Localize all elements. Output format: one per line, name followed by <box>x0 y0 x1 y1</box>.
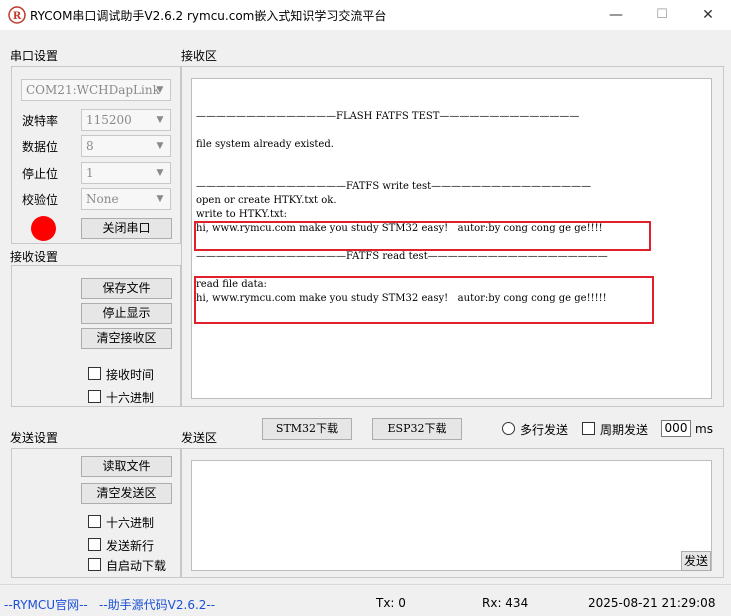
periodic-send-checkbox[interactable] <box>582 422 595 435</box>
receive-area-title: 接收区 <box>181 49 218 63</box>
chevron-down-icon: ▼ <box>156 115 164 125</box>
stop-display-button[interactable]: 停止显示 <box>81 303 172 324</box>
esp32-download-button[interactable]: ESP32下载 <box>372 418 462 440</box>
highlight-box-write <box>194 221 651 251</box>
databits-label: 数据位 <box>22 140 59 154</box>
receive-line: write to HTKY.txt: <box>196 209 288 220</box>
receive-line: ——————————————FLASH FATFS TEST——————————… <box>196 111 580 122</box>
maximize-button[interactable]: ☐ <box>639 0 685 30</box>
chevron-down-icon: ▼ <box>156 168 164 178</box>
send-hex-label: 十六进制 <box>106 516 155 530</box>
send-textarea[interactable] <box>191 460 712 571</box>
multi-line-send-radio[interactable] <box>502 422 515 435</box>
stm32-download-button[interactable]: STM32下载 <box>262 418 352 440</box>
highlight-box-read <box>194 276 654 324</box>
databits-value: 8 <box>86 139 94 153</box>
close-port-button[interactable]: 关闭串口 <box>81 218 172 239</box>
parity-label: 校验位 <box>22 193 59 207</box>
auto-download-checkbox[interactable] <box>88 558 101 571</box>
baud-value: 115200 <box>86 113 132 127</box>
receive-textarea[interactable]: ——————————————FLASH FATFS TEST——————————… <box>191 78 712 399</box>
period-input[interactable]: 000 <box>661 420 691 437</box>
clear-receive-button[interactable]: 清空接收区 <box>81 328 172 349</box>
stopbits-select[interactable]: 1 ▼ <box>81 162 171 184</box>
rx-counter: Rx: 434 <box>482 596 529 610</box>
read-file-button[interactable]: 读取文件 <box>81 456 172 477</box>
parity-value: None <box>86 192 119 206</box>
receive-hex-checkbox[interactable] <box>88 390 101 403</box>
receive-line: open or create HTKY.txt ok. <box>196 195 337 206</box>
send-newline-checkbox[interactable] <box>88 538 101 551</box>
chevron-down-icon: ▼ <box>156 85 164 95</box>
window-title: RYCOM串口调试助手V2.6.2 rymcu.com嵌入式知识学习交流平台 <box>30 9 387 23</box>
receive-settings-title: 接收设置 <box>10 250 59 264</box>
port-value: COM21:WCHDapLink <box>26 83 160 97</box>
baud-select[interactable]: 115200 ▼ <box>81 109 171 131</box>
save-file-button[interactable]: 保存文件 <box>81 278 172 299</box>
receive-line: ———————————————FATFS write test—————————… <box>196 181 592 192</box>
minimize-button[interactable]: — <box>593 0 639 30</box>
svg-text:R: R <box>13 11 22 22</box>
databits-select[interactable]: 8 ▼ <box>81 135 171 157</box>
receive-time-checkbox[interactable] <box>88 367 101 380</box>
send-hex-checkbox[interactable] <box>88 515 101 528</box>
send-area-title: 发送区 <box>181 431 218 445</box>
multi-line-send-label: 多行发送 <box>520 423 569 437</box>
datetime-display: 2025-08-21 21:29:08 <box>588 596 716 610</box>
receive-line: ———————————————FATFS read test——————————… <box>196 251 608 262</box>
receive-time-label: 接收时间 <box>106 368 155 382</box>
source-code-link[interactable]: --助手源代码V2.6.2-- <box>99 596 215 613</box>
clear-send-button[interactable]: 清空发送区 <box>81 483 172 504</box>
stopbits-value: 1 <box>86 166 94 180</box>
send-newline-label: 发送新行 <box>106 539 155 553</box>
app-logo-icon: R <box>8 6 26 24</box>
parity-select[interactable]: None ▼ <box>81 188 171 210</box>
send-settings-title: 发送设置 <box>10 431 59 445</box>
serial-settings-title: 串口设置 <box>10 49 59 63</box>
period-unit-label: ms <box>695 422 713 436</box>
tx-counter: Tx: 0 <box>376 596 406 610</box>
website-link[interactable]: --RYMCU官网-- <box>4 596 88 613</box>
receive-hex-label: 十六进制 <box>106 391 155 405</box>
port-select[interactable]: COM21:WCHDapLink ▼ <box>21 79 171 101</box>
send-button[interactable]: 发送 <box>681 551 711 571</box>
receive-line: file system already existed. <box>196 139 334 150</box>
auto-download-label: 自启动下载 <box>106 559 167 573</box>
stopbits-label: 停止位 <box>22 167 59 181</box>
status-divider <box>0 584 731 585</box>
close-button[interactable]: ✕ <box>685 0 731 30</box>
baud-label: 波特率 <box>22 114 59 128</box>
periodic-send-label: 周期发送 <box>600 423 649 437</box>
port-status-indicator-icon <box>31 216 56 241</box>
chevron-down-icon: ▼ <box>156 194 164 204</box>
chevron-down-icon: ▼ <box>156 141 164 151</box>
